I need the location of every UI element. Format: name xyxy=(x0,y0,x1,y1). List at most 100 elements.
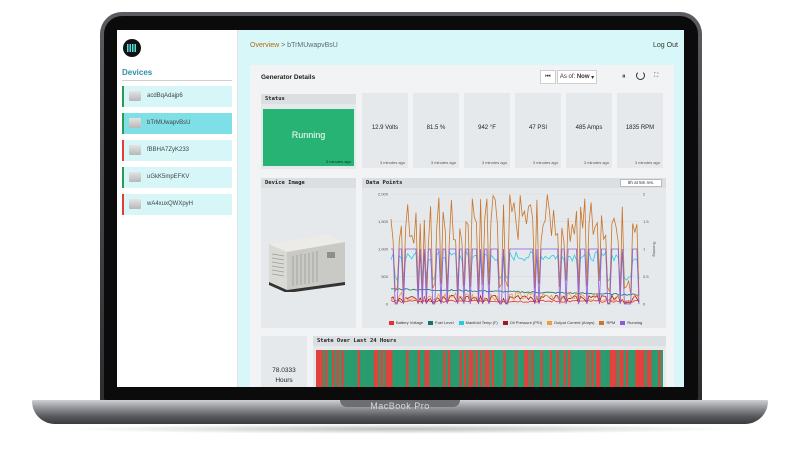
metric-updated-time: 3 minutes ago xyxy=(481,160,507,165)
state-stopped-segment xyxy=(524,350,527,387)
y-right-tick-label: 0.5 xyxy=(643,274,649,279)
state-running-segment xyxy=(429,350,432,387)
state-running-segment xyxy=(651,350,655,387)
sidebar-device-item[interactable]: wA4xuxQWXpyH xyxy=(122,194,232,215)
state-stopped-segment xyxy=(625,350,629,387)
sidebar-device-label: fBBHA7ZyK233 xyxy=(147,147,190,153)
rewind-button[interactable]: ⏮ xyxy=(540,70,556,84)
state-stopped-segment xyxy=(320,350,324,387)
state-stopped-segment xyxy=(406,350,409,387)
state-stopped-segment xyxy=(325,350,328,387)
legend-item[interactable]: RPM xyxy=(599,320,615,325)
state-running-segment xyxy=(452,350,456,387)
sidebar-device-label: wA4xuxQWXpyH xyxy=(147,201,194,207)
state-running-segment xyxy=(403,350,407,387)
state-running-segment xyxy=(545,350,548,387)
state-running-segment xyxy=(521,350,525,387)
metric-updated-time: 3 minutes ago xyxy=(379,160,405,165)
state-running-segment xyxy=(369,350,372,387)
sidebar-device-label: uGkK5mpEFKV xyxy=(147,174,190,180)
state-stopped-segment xyxy=(376,350,379,387)
state-running-segment xyxy=(538,350,541,387)
state-stopped-segment xyxy=(387,350,391,387)
legend-label: Running xyxy=(627,320,643,325)
state-stopped-segment xyxy=(417,350,421,387)
state-running-segment xyxy=(461,350,465,387)
state-running-segment xyxy=(565,350,569,387)
as-of-dropdown[interactable]: As of: Now ▾ xyxy=(557,70,597,84)
legend-label: Oil Pressure (PSI) xyxy=(509,320,543,325)
state-running-segment xyxy=(644,350,648,387)
generator-details-title: Generator Details xyxy=(261,74,316,81)
y-right-tick-label: 1.5 xyxy=(643,219,649,224)
breadcrumb-separator: > xyxy=(279,42,288,49)
state-stopped-segment xyxy=(646,350,650,387)
state-running-segment xyxy=(558,350,562,387)
state-running-segment xyxy=(355,350,358,387)
state-running-segment xyxy=(496,350,500,387)
y-right-tick-label: 1 xyxy=(643,247,646,252)
expand-icon[interactable]: ⛶ xyxy=(654,73,658,80)
metric-value: 942 °F xyxy=(478,125,496,131)
breadcrumb-overview-link[interactable]: Overview xyxy=(250,42,279,49)
metric-value: 1835 RPM xyxy=(625,125,655,131)
state-stopped-segment xyxy=(531,350,534,387)
metric-value: 485 Amps xyxy=(575,125,603,131)
oil-pressure-card: 47 PSI 3 minutes ago xyxy=(515,93,561,168)
generator-thumbnail-icon xyxy=(129,145,141,155)
manifold-temp-card: 942 °F 3 minutes ago xyxy=(464,93,510,168)
state-running-segment xyxy=(630,350,634,387)
breadcrumb-current: bTrMUwapvBsU xyxy=(287,42,338,49)
device-image-header: Device Image xyxy=(261,178,356,188)
legend-item[interactable]: Manifold Temp (F) xyxy=(458,320,498,325)
state-running-segment xyxy=(396,350,400,387)
logout-link[interactable]: Log Out xyxy=(653,42,678,49)
legend-label: Battery Voltage xyxy=(396,320,424,325)
state-stopped-segment xyxy=(390,350,393,387)
pause-icon[interactable]: ⏸ xyxy=(622,73,626,81)
generator-thumbnail-icon xyxy=(129,199,141,209)
generator-image xyxy=(269,234,345,292)
state-running-segment xyxy=(505,350,509,387)
legend-swatch-icon xyxy=(458,320,464,325)
y-left-tick-label: 500 xyxy=(381,274,388,279)
sidebar: Devices acdBqAdajp6 bTrMUwapvBsU fBBHA7Z… xyxy=(117,30,238,387)
state-stopped-segment xyxy=(637,350,641,387)
state-stopped-segment xyxy=(619,350,622,387)
state-running-segment xyxy=(482,350,486,387)
state-running-segment xyxy=(542,350,546,387)
state-running-segment xyxy=(653,350,657,387)
state-stopped-segment xyxy=(612,350,615,387)
legend-item[interactable]: Battery Voltage xyxy=(389,320,423,325)
state-running-segment xyxy=(588,350,592,387)
legend-item[interactable]: Running xyxy=(620,320,642,325)
state-running-segment xyxy=(512,350,516,387)
state-stopped-segment xyxy=(586,350,590,387)
state-stopped-segment xyxy=(639,350,643,387)
legend-item[interactable]: Fuel Level xyxy=(428,320,454,325)
metric-updated-time: 3 minutes ago xyxy=(583,160,609,165)
app-logo-icon[interactable] xyxy=(123,39,141,57)
state-running-segment xyxy=(371,350,375,387)
legend-item[interactable]: Output Current (Amps) xyxy=(547,320,594,325)
status-updated-time: 3 minutes ago xyxy=(325,159,351,164)
state-running-segment xyxy=(508,350,511,387)
state-stopped-segment xyxy=(658,350,661,387)
state-running-segment xyxy=(628,350,631,387)
state-stopped-segment xyxy=(540,350,543,387)
sidebar-device-item-selected[interactable]: bTrMUwapvBsU xyxy=(122,113,232,134)
legend-item[interactable]: Oil Pressure (PSI) xyxy=(502,320,543,325)
refresh-icon[interactable] xyxy=(636,71,645,80)
data-points-chart: 2,000 1,500 1,000 500 0 2 1.5 1 0.5 0 Running xyxy=(378,192,657,307)
sidebar-device-item[interactable]: acdBqAdajp6 xyxy=(122,86,232,107)
range-button[interactable]: 8h at 5m res. xyxy=(620,179,662,187)
state-running-segment xyxy=(457,350,460,387)
status-value: Running xyxy=(291,130,326,140)
state-running-segment xyxy=(510,350,513,387)
status-indicator: Running 3 minutes ago xyxy=(263,109,354,166)
sidebar-device-item[interactable]: fBBHA7ZyK233 xyxy=(122,140,232,161)
laptop-brand: MacBook Pro xyxy=(370,401,430,411)
state-running-segment xyxy=(600,350,604,387)
sidebar-device-item[interactable]: uGkK5mpEFKV xyxy=(122,167,232,188)
state-running-segment xyxy=(420,350,423,387)
